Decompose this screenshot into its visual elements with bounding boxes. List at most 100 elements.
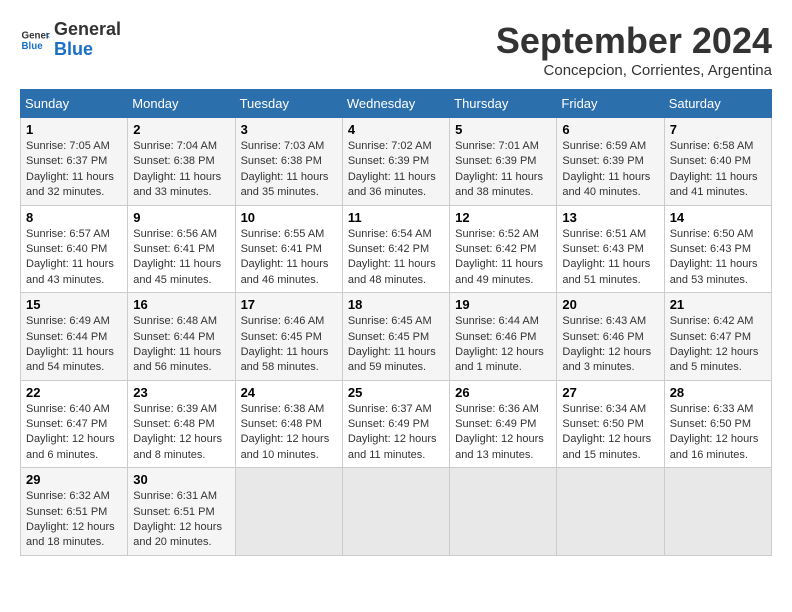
weekday-header: Thursday [450,90,557,118]
svg-text:General: General [22,30,51,41]
general-blue-logo: General Blue [20,25,50,55]
day-number: 24 [241,385,337,400]
day-info: Sunrise: 7:01 AMSunset: 6:39 PMDaylight:… [455,139,551,201]
calendar-cell [450,468,557,556]
day-info: Sunrise: 6:50 AMSunset: 6:43 PMDaylight:… [670,227,766,289]
day-number: 27 [562,385,658,400]
weekday-header: Monday [128,90,235,118]
logo-general: General [54,19,121,39]
day-info: Sunrise: 6:57 AMSunset: 6:40 PMDaylight:… [26,227,122,289]
calendar-cell: 18 Sunrise: 6:45 AMSunset: 6:45 PMDayligh… [342,293,449,381]
day-info: Sunrise: 7:03 AMSunset: 6:38 PMDaylight:… [241,139,337,201]
calendar-cell: 9 Sunrise: 6:56 AMSunset: 6:41 PMDaylight… [128,205,235,293]
day-number: 22 [26,385,122,400]
day-number: 14 [670,210,766,225]
weekday-header: Wednesday [342,90,449,118]
day-number: 10 [241,210,337,225]
day-number: 25 [348,385,444,400]
day-number: 2 [133,122,229,137]
calendar-cell: 13 Sunrise: 6:51 AMSunset: 6:43 PMDayligh… [557,205,664,293]
day-info: Sunrise: 6:49 AMSunset: 6:44 PMDaylight:… [26,314,122,376]
weekday-header: Friday [557,90,664,118]
day-number: 17 [241,297,337,312]
day-number: 11 [348,210,444,225]
day-info: Sunrise: 6:44 AMSunset: 6:46 PMDaylight:… [455,314,551,376]
calendar-cell: 16Sunrise: 6:48 AMSunset: 6:44 PMDayligh… [128,293,235,381]
day-number: 19 [455,297,551,312]
svg-text:Blue: Blue [22,41,44,52]
day-info: Sunrise: 6:34 AMSunset: 6:50 PMDaylight:… [562,402,658,464]
day-number: 13 [562,210,658,225]
day-info: Sunrise: 6:37 AMSunset: 6:49 PMDaylight:… [348,402,444,464]
calendar-cell [342,468,449,556]
day-info: Sunrise: 6:43 AMSunset: 6:46 PMDaylight:… [562,314,658,376]
day-number: 29 [26,472,122,487]
calendar-cell: 28 Sunrise: 6:33 AMSunset: 6:50 PMDayligh… [664,380,771,468]
location-subtitle: Concepcion, Corrientes, Argentina [496,62,772,79]
day-info: Sunrise: 7:02 AMSunset: 6:39 PMDaylight:… [348,139,444,201]
calendar-cell: 8 Sunrise: 6:57 AMSunset: 6:40 PMDaylight… [21,205,128,293]
weekday-header: Saturday [664,90,771,118]
calendar-cell: 19 Sunrise: 6:44 AMSunset: 6:46 PMDayligh… [450,293,557,381]
day-number: 1 [26,122,122,137]
weekday-header: Tuesday [235,90,342,118]
day-number: 3 [241,122,337,137]
day-number: 16 [133,297,229,312]
calendar-cell: 7 Sunrise: 6:58 AMSunset: 6:40 PMDaylight… [664,118,771,206]
calendar-cell: 29 Sunrise: 6:32 AMSunset: 6:51 PMDayligh… [21,468,128,556]
day-info: Sunrise: 6:54 AMSunset: 6:42 PMDaylight:… [348,227,444,289]
day-info: Sunrise: 6:59 AMSunset: 6:39 PMDaylight:… [562,139,658,201]
calendar-table: SundayMondayTuesdayWednesdayThursdayFrid… [20,89,772,556]
calendar-cell: 11 Sunrise: 6:54 AMSunset: 6:42 PMDayligh… [342,205,449,293]
day-info: Sunrise: 6:39 AMSunset: 6:48 PMDaylight:… [133,402,229,464]
calendar-cell: 4Sunrise: 7:02 AMSunset: 6:39 PMDaylight… [342,118,449,206]
calendar-cell: 30 Sunrise: 6:31 AMSunset: 6:51 PMDayligh… [128,468,235,556]
day-info: Sunrise: 6:32 AMSunset: 6:51 PMDaylight:… [26,489,122,551]
day-info: Sunrise: 6:56 AMSunset: 6:41 PMDaylight:… [133,227,229,289]
day-info: Sunrise: 6:38 AMSunset: 6:48 PMDaylight:… [241,402,337,464]
calendar-cell: 15 Sunrise: 6:49 AMSunset: 6:44 PMDayligh… [21,293,128,381]
day-info: Sunrise: 6:33 AMSunset: 6:50 PMDaylight:… [670,402,766,464]
day-number: 9 [133,210,229,225]
day-info: Sunrise: 6:31 AMSunset: 6:51 PMDaylight:… [133,489,229,551]
day-number: 30 [133,472,229,487]
weekday-header: Sunday [21,90,128,118]
calendar-cell: 14 Sunrise: 6:50 AMSunset: 6:43 PMDayligh… [664,205,771,293]
day-number: 21 [670,297,766,312]
day-number: 26 [455,385,551,400]
calendar-cell: 5Sunrise: 7:01 AMSunset: 6:39 PMDaylight… [450,118,557,206]
day-number: 28 [670,385,766,400]
calendar-cell: 17 Sunrise: 6:46 AMSunset: 6:45 PMDayligh… [235,293,342,381]
day-number: 7 [670,122,766,137]
day-number: 6 [562,122,658,137]
day-info: Sunrise: 6:51 AMSunset: 6:43 PMDaylight:… [562,227,658,289]
calendar-cell: 21 Sunrise: 6:42 AMSunset: 6:47 PMDayligh… [664,293,771,381]
day-number: 8 [26,210,122,225]
day-number: 15 [26,297,122,312]
day-info: Sunrise: 6:58 AMSunset: 6:40 PMDaylight:… [670,139,766,201]
day-number: 23 [133,385,229,400]
calendar-cell [557,468,664,556]
page-title: September 2024 [496,20,772,62]
calendar-cell: 12 Sunrise: 6:52 AMSunset: 6:42 PMDayligh… [450,205,557,293]
day-info: Sunrise: 6:40 AMSunset: 6:47 PMDaylight:… [26,402,122,464]
day-number: 18 [348,297,444,312]
day-info: Sunrise: 7:05 AMSunset: 6:37 PMDaylight:… [26,139,122,201]
day-info: Sunrise: 6:45 AMSunset: 6:45 PMDaylight:… [348,314,444,376]
calendar-cell: 25 Sunrise: 6:37 AMSunset: 6:49 PMDayligh… [342,380,449,468]
calendar-cell: 1 Sunrise: 7:05 AMSunset: 6:37 PMDaylight… [21,118,128,206]
day-info: Sunrise: 6:36 AMSunset: 6:49 PMDaylight:… [455,402,551,464]
calendar-cell [664,468,771,556]
day-info: Sunrise: 6:52 AMSunset: 6:42 PMDaylight:… [455,227,551,289]
calendar-cell: 22 Sunrise: 6:40 AMSunset: 6:47 PMDayligh… [21,380,128,468]
day-info: Sunrise: 6:46 AMSunset: 6:45 PMDaylight:… [241,314,337,376]
day-number: 20 [562,297,658,312]
calendar-cell: 26 Sunrise: 6:36 AMSunset: 6:49 PMDayligh… [450,380,557,468]
day-info: Sunrise: 6:55 AMSunset: 6:41 PMDaylight:… [241,227,337,289]
day-info: Sunrise: 6:42 AMSunset: 6:47 PMDaylight:… [670,314,766,376]
calendar-cell: 3 Sunrise: 7:03 AMSunset: 6:38 PMDaylight… [235,118,342,206]
calendar-cell: 6 Sunrise: 6:59 AMSunset: 6:39 PMDaylight… [557,118,664,206]
day-info: Sunrise: 7:04 AMSunset: 6:38 PMDaylight:… [133,139,229,201]
calendar-cell: 24 Sunrise: 6:38 AMSunset: 6:48 PMDayligh… [235,380,342,468]
day-number: 12 [455,210,551,225]
